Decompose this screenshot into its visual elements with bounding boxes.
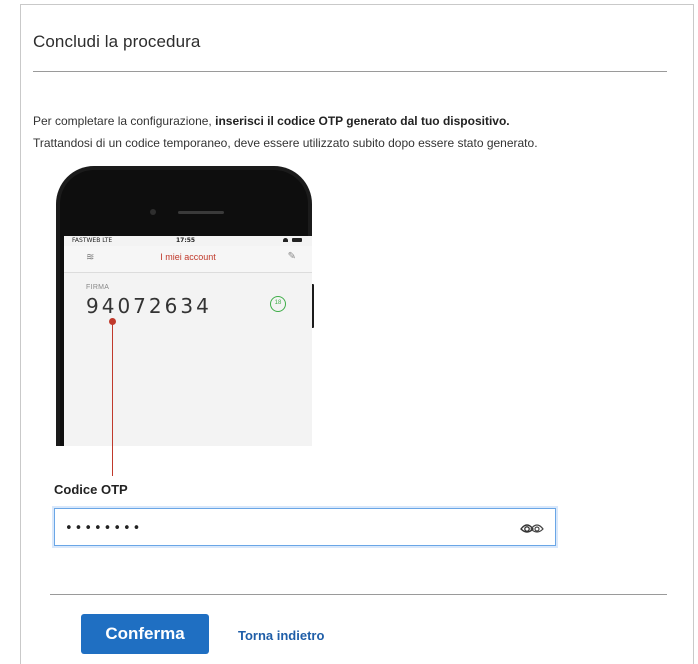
phone-speaker: [178, 211, 224, 214]
phone-bezel: FASTWEB LTE 17:55 ≋ I miei account ✎ FIR…: [60, 170, 312, 446]
phone-camera: [150, 209, 156, 215]
confirm-button[interactable]: Conferma: [81, 614, 209, 654]
phone-app-title: I miei account: [160, 252, 216, 262]
wifi-icon: [283, 238, 288, 242]
phone-status-bar: FASTWEB LTE 17:55: [64, 236, 312, 246]
otp-input[interactable]: [63, 515, 507, 541]
back-link[interactable]: Torna indietro: [238, 628, 324, 643]
phone-otp-code: 94072634: [86, 294, 212, 318]
timer-icon: 18: [270, 296, 286, 312]
instructions-line-1: Per completare la configurazione, inseri…: [33, 110, 663, 132]
battery-icon: [292, 238, 302, 242]
eye-icon[interactable]: [519, 520, 545, 536]
divider-top: [33, 71, 667, 72]
phone-illustration: FASTWEB LTE 17:55 ≋ I miei account ✎ FIR…: [56, 166, 316, 446]
instructions-text: Per completare la configurazione, inseri…: [33, 110, 663, 154]
phone-firma-label: FIRMA: [86, 284, 110, 291]
page-title: Concludi la procedura: [33, 32, 201, 51]
phone-screen: FASTWEB LTE 17:55 ≋ I miei account ✎ FIR…: [64, 236, 312, 446]
phone-app-bar: ≋ I miei account ✎: [64, 246, 312, 273]
status-time: 17:55: [176, 237, 196, 244]
instructions-line-1-bold: inserisci il codice OTP generato dal tuo…: [215, 114, 510, 128]
phone-body: FASTWEB LTE 17:55 ≋ I miei account ✎ FIR…: [56, 166, 312, 446]
status-carrier: FASTWEB LTE: [72, 237, 113, 244]
instructions-line-2: Trattandosi di un codice temporaneo, dev…: [33, 136, 538, 150]
otp-field-label: Codice OTP: [54, 482, 128, 497]
edit-icon: ✎: [287, 251, 296, 262]
callout-line: [112, 322, 113, 476]
otp-field: [54, 508, 556, 546]
divider-bottom: [50, 594, 667, 595]
instructions-line-1-plain: Per completare la configurazione,: [33, 114, 216, 128]
